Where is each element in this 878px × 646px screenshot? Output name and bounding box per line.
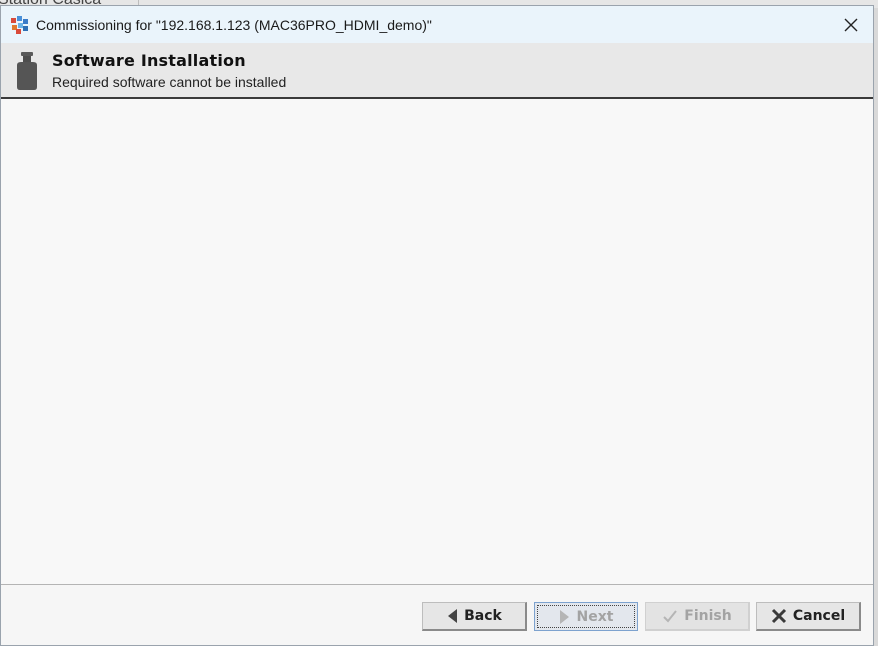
software-bottle-icon <box>17 52 37 90</box>
page-subtitle: Required software cannot be installed <box>52 74 287 90</box>
arrow-left-icon <box>448 609 458 623</box>
page-title: Software Installation <box>52 51 246 70</box>
niagara-app-icon <box>11 15 29 34</box>
cancel-button[interactable]: Cancel <box>756 602 861 631</box>
x-icon <box>771 608 786 624</box>
back-button-label: Back <box>464 608 502 624</box>
dialog-title: Commissioning for "192.168.1.123 (MAC36P… <box>36 16 432 33</box>
wizard-footer: Back Next Finish Cancel <box>1 584 873 645</box>
check-icon <box>663 610 678 623</box>
back-button[interactable]: Back <box>422 602 527 631</box>
cancel-button-label: Cancel <box>792 608 846 624</box>
dialog-titlebar[interactable]: Commissioning for "192.168.1.123 (MAC36P… <box>1 6 873 43</box>
finish-button-label: Finish <box>684 608 732 624</box>
close-icon <box>844 18 858 31</box>
wizard-content <box>1 99 873 584</box>
finish-button[interactable]: Finish <box>645 602 750 631</box>
next-button[interactable]: Next <box>534 602 638 631</box>
wizard-header: Software Installation Required software … <box>1 43 873 99</box>
next-button-label: Next <box>576 608 614 625</box>
commissioning-dialog: Commissioning for "192.168.1.123 (MAC36P… <box>0 5 874 646</box>
arrow-right-icon <box>559 609 569 624</box>
close-button[interactable] <box>829 6 873 43</box>
